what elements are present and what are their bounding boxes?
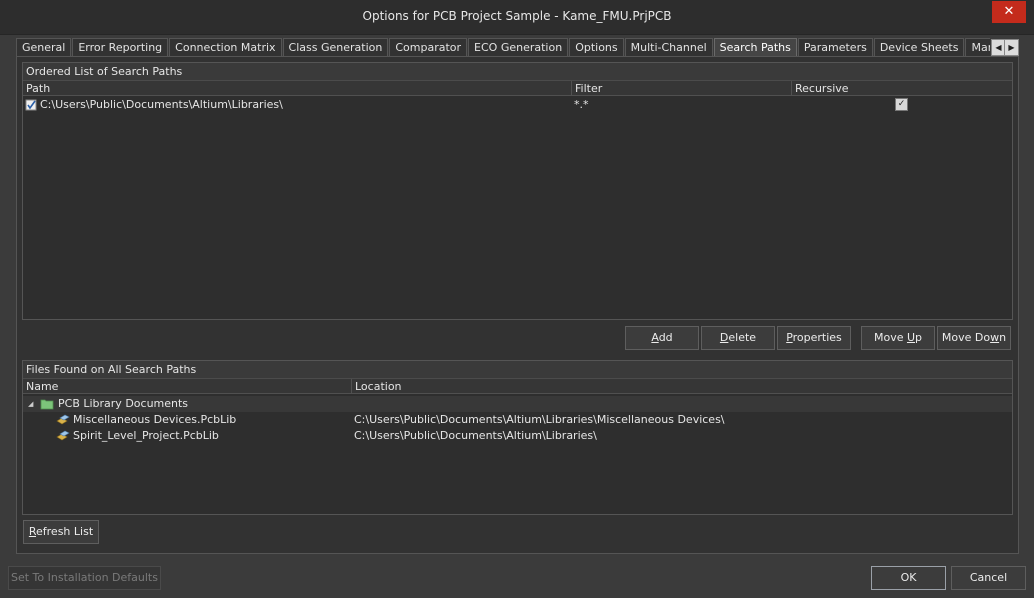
file-name: Miscellaneous Devices.PcbLib bbox=[73, 413, 237, 426]
path-document-icon bbox=[25, 99, 37, 111]
tab-options[interactable]: Options bbox=[569, 38, 624, 56]
tab-parameters[interactable]: Parameters bbox=[797, 38, 873, 56]
arrow-right-icon: ▶ bbox=[1008, 43, 1015, 52]
search-path-row[interactable]: C:\Users\Public\Documents\Altium\Librari… bbox=[23, 97, 1012, 113]
tab-device-sheets[interactable]: Device Sheets bbox=[873, 38, 965, 56]
tab-error-reporting[interactable]: Error Reporting bbox=[72, 38, 169, 56]
delete-button[interactable]: Delete bbox=[701, 326, 775, 350]
search-paths-group: Ordered List of Search Paths Path Filter… bbox=[22, 62, 1013, 320]
move-down-button[interactable]: Move Down bbox=[937, 326, 1011, 350]
library-group-row[interactable]: ◢ PCB Library Documents bbox=[23, 396, 1012, 412]
close-icon: ✕ bbox=[1003, 4, 1015, 19]
file-location: C:\Users\Public\Documents\Altium\Librari… bbox=[354, 429, 597, 442]
location-column-header[interactable]: Location bbox=[352, 379, 1012, 394]
file-row[interactable]: Spirit_Level_Project.PcbLib C:\Users\Pub… bbox=[23, 428, 1012, 444]
pcb-library-icon bbox=[56, 414, 70, 426]
move-up-button[interactable]: Move Up bbox=[861, 326, 935, 350]
title-bar: Options for PCB Project Sample - Kame_FM… bbox=[0, 0, 1034, 35]
tab-strip: General Error Reporting Connection Matrix C… bbox=[16, 38, 990, 56]
file-location: C:\Users\Public\Documents\Altium\Librari… bbox=[354, 413, 725, 426]
arrow-left-icon: ◀ bbox=[995, 43, 1002, 52]
pcb-library-icon bbox=[56, 430, 70, 442]
search-paths-page: Ordered List of Search Paths Path Filter… bbox=[16, 56, 1019, 554]
file-name: Spirit_Level_Project.PcbLib bbox=[73, 429, 219, 442]
refresh-list-button[interactable]: Refresh List bbox=[23, 520, 99, 544]
folder-icon bbox=[40, 398, 54, 410]
ok-button[interactable]: OK bbox=[871, 566, 946, 590]
library-group-label: PCB Library Documents bbox=[58, 397, 189, 410]
tab-connection-matrix[interactable]: Connection Matrix bbox=[169, 38, 282, 56]
filter-column-header[interactable]: Filter bbox=[572, 81, 792, 96]
filter-cell: *.* bbox=[574, 98, 589, 111]
tab-comparator[interactable]: Comparator bbox=[389, 38, 468, 56]
tab-managed-outputs[interactable]: Managed Outputs bbox=[965, 38, 990, 56]
tab-search-paths[interactable]: Search Paths bbox=[713, 38, 797, 56]
tab-general[interactable]: General bbox=[16, 38, 72, 56]
add-button[interactable]: Add bbox=[625, 326, 699, 350]
cancel-button[interactable]: Cancel bbox=[951, 566, 1026, 590]
files-found-group-title: Files Found on All Search Paths bbox=[23, 361, 1012, 379]
search-paths-group-title: Ordered List of Search Paths bbox=[23, 63, 1012, 81]
tab-multi-channel[interactable]: Multi-Channel bbox=[624, 38, 713, 56]
files-found-group: Files Found on All Search Paths Name Loc… bbox=[22, 360, 1013, 515]
window-title: Options for PCB Project Sample - Kame_FM… bbox=[362, 9, 672, 23]
set-to-installation-defaults-button[interactable]: Set To Installation Defaults bbox=[8, 566, 161, 590]
tab-scroll-right-button[interactable]: ▶ bbox=[1004, 39, 1019, 56]
recursive-checkbox[interactable]: ✓ bbox=[895, 98, 908, 111]
path-column-header[interactable]: Path bbox=[23, 81, 572, 96]
path-cell: C:\Users\Public\Documents\Altium\Librari… bbox=[40, 98, 283, 111]
name-column-header[interactable]: Name bbox=[23, 379, 352, 394]
expand-icon[interactable]: ◢ bbox=[28, 396, 33, 412]
tab-class-generation[interactable]: Class Generation bbox=[282, 38, 389, 56]
tab-eco-generation[interactable]: ECO Generation bbox=[468, 38, 569, 56]
close-button[interactable]: ✕ bbox=[992, 1, 1026, 23]
recursive-column-header[interactable]: Recursive bbox=[792, 81, 1012, 96]
file-row[interactable]: Miscellaneous Devices.PcbLib C:\Users\Pu… bbox=[23, 412, 1012, 428]
properties-button[interactable]: Properties bbox=[777, 326, 851, 350]
